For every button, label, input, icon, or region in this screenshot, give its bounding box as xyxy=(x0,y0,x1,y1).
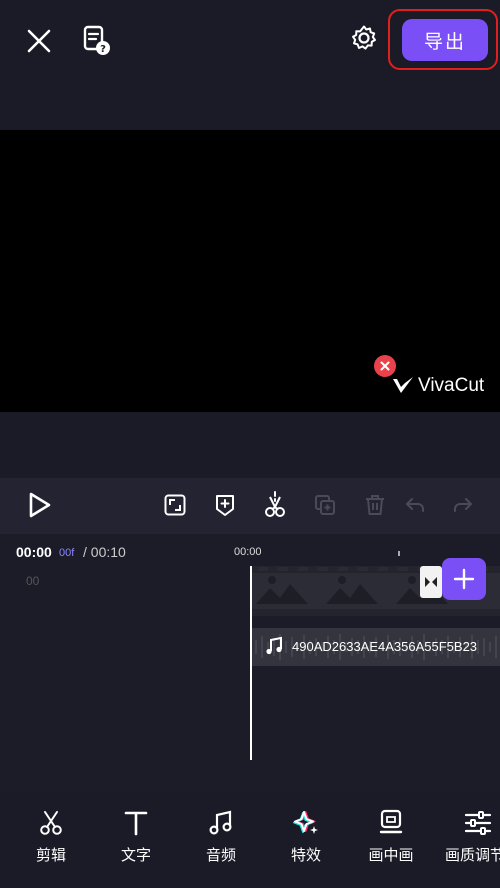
marker-add-icon xyxy=(216,495,234,516)
tool-edit[interactable]: 剪辑 xyxy=(16,808,86,868)
gear-icon xyxy=(352,25,376,50)
transition-button[interactable] xyxy=(420,566,442,598)
trash-icon xyxy=(366,495,384,515)
fullscreen-icon xyxy=(164,494,186,516)
music-icon xyxy=(209,810,232,835)
pip-icon xyxy=(379,809,403,834)
vivacut-logo-icon xyxy=(393,377,413,393)
settings-button[interactable] xyxy=(346,20,382,56)
svg-text:?: ? xyxy=(100,44,106,55)
ruler-tick xyxy=(398,551,400,556)
play-icon xyxy=(29,492,51,518)
split-button[interactable] xyxy=(258,488,292,522)
redo-button[interactable] xyxy=(446,488,480,522)
tool-audio[interactable]: 音频 xyxy=(186,808,256,868)
preview-padding xyxy=(0,412,500,478)
tool-audio-label: 音频 xyxy=(205,847,236,864)
close-icon xyxy=(380,361,390,371)
tool-edit-label: 剪辑 xyxy=(35,847,66,864)
tool-text-label: 文字 xyxy=(120,847,151,864)
watermark-text: VivaCut xyxy=(418,375,485,396)
current-frame: 00f xyxy=(59,547,75,559)
ruler-time-label: 00:00 xyxy=(234,546,262,558)
current-time: 00:00 xyxy=(16,544,52,560)
tool-pip[interactable]: 画中画 xyxy=(356,808,426,868)
undo-button[interactable] xyxy=(398,488,432,522)
tutorial-button[interactable]: ? xyxy=(78,22,114,58)
track-label: 00 xyxy=(26,574,40,588)
scissors-icon xyxy=(40,811,62,835)
tool-effects[interactable]: 特效 xyxy=(271,808,341,868)
split-scissors-icon xyxy=(265,491,285,517)
tool-effects-label: 特效 xyxy=(290,847,321,864)
fullscreen-button[interactable] xyxy=(158,488,192,522)
close-button[interactable] xyxy=(20,22,58,60)
close-icon xyxy=(27,29,51,53)
transition-icon xyxy=(425,577,437,587)
adjust-sliders-icon xyxy=(464,811,492,835)
delete-button[interactable] xyxy=(358,488,392,522)
duplicate-icon xyxy=(315,495,335,515)
audio-clip-name: 490AD2633AE4A356A55F5B23 xyxy=(292,639,478,654)
document-help-icon: ? xyxy=(83,25,110,55)
total-duration: / 00:10 xyxy=(83,544,126,560)
plus-icon xyxy=(453,568,475,590)
tool-text[interactable]: 文字 xyxy=(101,808,171,868)
play-button[interactable] xyxy=(22,488,56,522)
duplicate-button[interactable] xyxy=(308,488,342,522)
undo-icon xyxy=(405,498,424,512)
text-icon xyxy=(124,811,148,836)
tool-pip-label: 画中画 xyxy=(368,847,414,864)
redo-icon xyxy=(454,498,473,512)
watermark: VivaCut xyxy=(374,355,500,401)
tool-adjust-label: 画质调节 xyxy=(445,847,500,864)
music-note-icon xyxy=(266,636,282,655)
export-highlight: 导出 xyxy=(388,9,498,70)
add-marker-button[interactable] xyxy=(208,488,242,522)
playhead[interactable] xyxy=(250,566,252,760)
export-button[interactable]: 导出 xyxy=(402,19,488,61)
add-clip-button[interactable] xyxy=(442,558,486,600)
effects-sparkle-icon xyxy=(293,811,318,834)
tool-adjust[interactable]: 画质调节 xyxy=(443,808,500,868)
